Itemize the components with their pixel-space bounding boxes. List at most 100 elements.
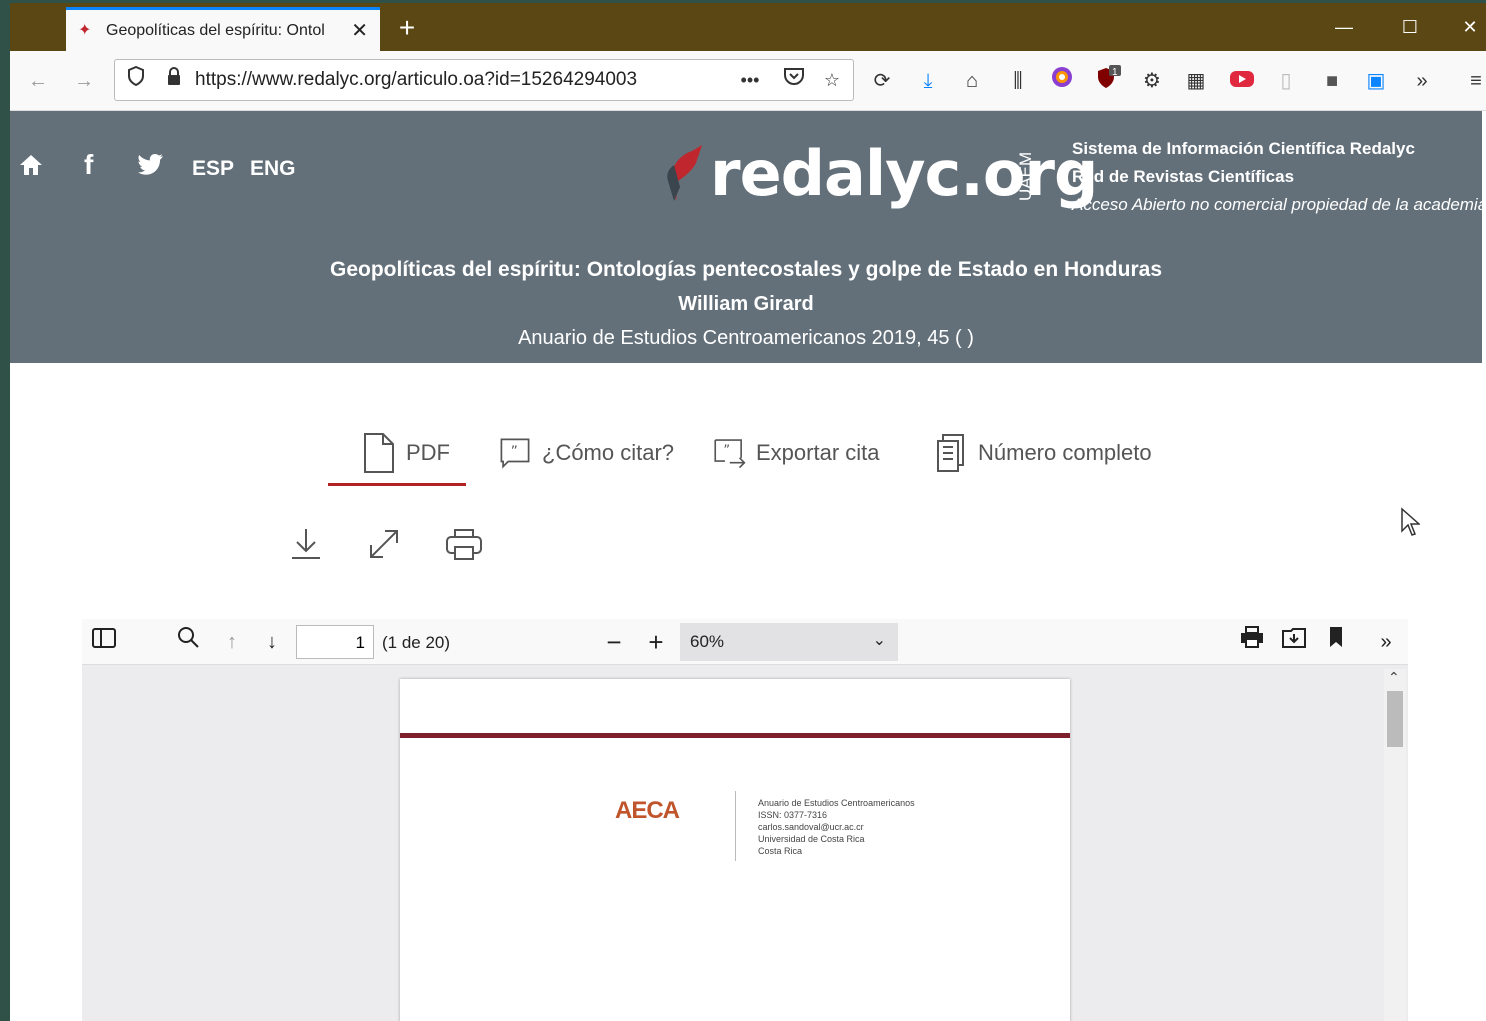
save-icon[interactable]: ▣ — [1360, 65, 1392, 97]
tab-export-label: Exportar cita — [756, 440, 880, 465]
video-extension-icon[interactable] — [1226, 65, 1258, 97]
tab-cite-label: ¿Cómo citar? — [542, 440, 675, 465]
menu-hamburger-icon[interactable]: ≡ — [1460, 65, 1486, 97]
forward-icon[interactable]: → — [68, 65, 100, 97]
scrollbar-thumb[interactable] — [1387, 691, 1403, 747]
print-icon[interactable] — [1236, 626, 1268, 658]
chevron-down-icon: ⌄ — [872, 632, 886, 649]
next-page-icon[interactable]: ↓ — [256, 626, 288, 658]
document-icon — [362, 433, 396, 473]
back-icon[interactable]: ← — [22, 65, 54, 97]
mouse-cursor-icon — [1400, 507, 1421, 542]
close-window-icon[interactable]: ✕ — [1450, 11, 1486, 43]
site-header: f ESP ENG redalyc.org UAEM Sistema de In… — [10, 111, 1486, 363]
ublock-badge: 1 — [1112, 67, 1118, 78]
journal-info-line: carlos.sandoval@ucr.ac.cr — [758, 822, 864, 832]
page-number-input[interactable]: 1 — [296, 625, 374, 659]
pdf-toolbar: ↑ ↓ 1 (1 de 20) − + 60% ⌄ » — [82, 619, 1408, 665]
tab-pdf[interactable]: PDF — [362, 423, 450, 483]
tab-issue-label: Número completo — [978, 440, 1152, 465]
article-journal: Anuario de Estudios Centroamericanos 201… — [518, 327, 974, 349]
zoom-in-icon[interactable]: + — [640, 626, 672, 658]
aeca-logo-text: AECA — [614, 797, 680, 824]
download-icon[interactable] — [286, 527, 326, 567]
journal-info-line: ISSN: 0377-7316 — [758, 810, 828, 820]
print-icon[interactable] — [444, 527, 484, 567]
minimize-icon[interactable]: — — [1324, 11, 1364, 43]
bookmark-star-icon[interactable]: ☆ — [817, 65, 847, 95]
note-icon[interactable]: ■ — [1316, 65, 1348, 97]
grid-extension-icon[interactable]: ▦ — [1180, 65, 1212, 97]
scroll-up-icon[interactable]: ⌃ — [1388, 669, 1400, 686]
active-tab-indicator — [328, 483, 466, 486]
article-title: Geopolíticas del espíritu: Ontologías pe… — [330, 258, 1162, 281]
close-tab-icon[interactable]: ✕ — [351, 18, 368, 43]
journal-info-line: Universidad de Costa Rica — [758, 834, 865, 844]
journal-info-line: Anuario de Estudios Centroamericanos — [758, 798, 915, 808]
facebook-icon[interactable]: f — [84, 149, 93, 181]
home-icon[interactable]: ⌂ — [956, 65, 988, 97]
article-author: William Girard — [678, 293, 814, 315]
ublock-icon[interactable]: 1 — [1092, 65, 1124, 97]
uaem-label: UAEM — [1016, 151, 1035, 201]
tab-pdf-label: PDF — [406, 440, 450, 465]
lock-icon[interactable] — [159, 65, 189, 95]
zoom-value: 60% — [690, 632, 725, 651]
library-icon[interactable]: ⫼ — [1002, 65, 1034, 97]
page-header-line — [400, 733, 1070, 738]
home-icon[interactable] — [18, 153, 44, 183]
language-esp-link[interactable]: ESP — [192, 157, 234, 181]
bookmark-icon[interactable] — [1320, 626, 1352, 658]
language-eng-link[interactable]: ENG — [250, 157, 296, 181]
tagline: Acceso Abierto no comercial propiedad de… — [1072, 195, 1486, 214]
article-info: Geopolíticas del espíritu: Ontologías pe… — [10, 253, 1482, 355]
tools-chevron-icon[interactable]: » — [1370, 626, 1402, 658]
maximize-icon[interactable]: ☐ — [1390, 11, 1430, 43]
tab-issue[interactable]: Número completo — [934, 423, 1152, 483]
separator — [735, 791, 736, 861]
svg-text:”: ” — [723, 444, 730, 459]
twitter-icon[interactable] — [138, 153, 164, 181]
open-file-icon[interactable] — [1278, 626, 1310, 658]
fullscreen-icon[interactable] — [364, 527, 404, 567]
redalyc-favicon-icon: ✦ — [78, 21, 92, 39]
reader-view-icon[interactable]: ▯ — [1270, 65, 1302, 97]
journal-info-line: Costa Rica — [758, 846, 803, 856]
svg-text:”: ” — [511, 444, 518, 460]
previous-page-icon[interactable]: ↑ — [216, 626, 248, 658]
new-tab-icon[interactable]: + — [392, 11, 422, 45]
url-text[interactable]: https://www.redalyc.org/articulo.oa?id=1… — [195, 69, 637, 91]
sidebar-toggle-icon[interactable] — [88, 626, 120, 658]
pocket-icon[interactable] — [779, 65, 809, 95]
tab-title: Geopolíticas del espíritu: Ontol — [106, 21, 325, 39]
overflow-chevron-icon[interactable]: » — [1406, 65, 1438, 97]
page-count: (1 de 20) — [382, 633, 451, 652]
network-name: Red de Revistas Científicas — [1072, 167, 1295, 186]
tab-cite[interactable]: ” ¿Cómo citar? — [498, 423, 674, 483]
pdf-page: AECA Anuario de Estudios Centroamericano… — [400, 679, 1070, 1021]
navigation-bar: ← → https://www.redalyc.org/articulo.oa?… — [10, 51, 1486, 111]
browser-window: ✦ Geopolíticas del espíritu: Ontol ✕ + —… — [10, 3, 1486, 1021]
zoom-select[interactable]: 60% ⌄ — [680, 623, 898, 661]
url-bar[interactable]: https://www.redalyc.org/articulo.oa?id=1… — [114, 59, 854, 101]
journal-info: Anuario de Estudios Centroamericanos ISS… — [758, 797, 915, 857]
color-extension-icon[interactable] — [1046, 65, 1078, 97]
download-icon[interactable]: ⤓ — [912, 65, 944, 97]
export-quote-icon: ” — [712, 433, 746, 473]
shield-icon[interactable] — [121, 65, 151, 95]
system-info: Sistema de Información Científica Redaly… — [1072, 135, 1486, 219]
search-icon[interactable] — [172, 626, 204, 658]
quote-icon: ” — [498, 433, 532, 473]
browser-tab[interactable]: ✦ Geopolíticas del espíritu: Ontol ✕ — [66, 7, 380, 51]
page-actions-icon[interactable]: ••• — [735, 65, 765, 95]
issue-document-icon — [934, 433, 968, 473]
aeca-logo: AECA — [592, 797, 702, 845]
tab-strip: ✦ Geopolíticas del espíritu: Ontol ✕ + —… — [10, 3, 1486, 51]
pdf-viewer-area[interactable]: AECA Anuario de Estudios Centroamericano… — [82, 665, 1408, 1021]
scrollbar[interactable]: ⌃ — [1384, 669, 1406, 1021]
redalyc-logo-mark-icon — [662, 141, 704, 205]
reload-icon[interactable]: ⟳ — [866, 65, 898, 97]
tab-export[interactable]: ” Exportar cita — [712, 423, 880, 483]
zoom-out-icon[interactable]: − — [598, 626, 630, 658]
settings-gear-icon[interactable]: ⚙ — [1136, 65, 1168, 97]
